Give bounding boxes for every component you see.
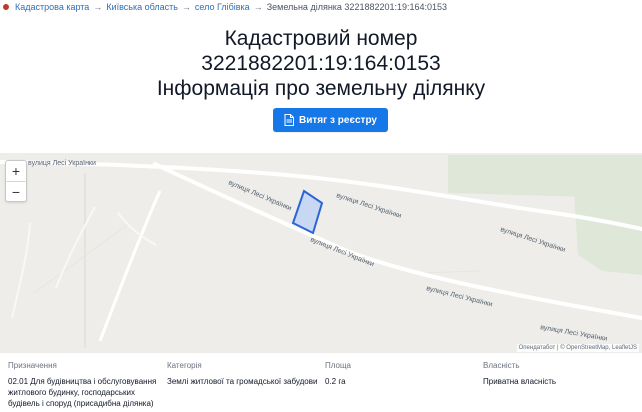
- street-label: вулиця Лесі Українки: [28, 159, 96, 167]
- breadcrumb-link-village[interactable]: село Глібівка: [195, 2, 250, 12]
- map-attribution[interactable]: Опендатабот | © OpenStreetMap, LeafletJS: [516, 344, 639, 352]
- green-area: [448, 155, 642, 197]
- breadcrumb-link-cadastral-map[interactable]: Кадастрова карта: [15, 2, 89, 12]
- category-label: Категорія: [167, 361, 202, 370]
- map-marker-icon: [3, 4, 9, 10]
- registry-extract-label: Витяг з реєстру: [299, 114, 377, 126]
- purpose-section: Призначення 02.01 Для будівництва і обсл…: [8, 360, 162, 409]
- page-title-line-3: Інформація про земельну ділянку: [156, 77, 486, 100]
- ownership-section: Власність Приватна власність: [483, 360, 633, 387]
- page-header: Кадастровий номер 3221882201:19:164:0153…: [0, 26, 642, 101]
- area-value: 0.2 га: [325, 377, 346, 386]
- breadcrumb: Кадастрова карта → Київська область → се…: [0, 0, 642, 14]
- purpose-value: 02.01 Для будівництва і обслуговування ж…: [8, 377, 157, 408]
- parcel-info: Призначення 02.01 Для будівництва і обсл…: [0, 360, 642, 412]
- purpose-label: Призначення: [8, 361, 57, 370]
- breadcrumb-link-region[interactable]: Київська область: [106, 2, 178, 12]
- ownership-label: Власність: [483, 361, 520, 370]
- cadastral-map[interactable]: вулиця Лесі Українки вулиця Лесі Українк…: [0, 153, 642, 353]
- category-section: Категорія Землі житлової та громадської …: [167, 360, 321, 387]
- zoom-control: + −: [5, 160, 27, 202]
- map-canvas[interactable]: вулиця Лесі Українки вулиця Лесі Українк…: [0, 153, 642, 353]
- registry-extract-button[interactable]: Витяг з реєстру: [273, 108, 388, 132]
- zoom-in-button[interactable]: +: [6, 161, 26, 182]
- page-title-line-2: 3221882201:19:164:0153: [201, 52, 441, 75]
- ownership-value: Приватна власність: [483, 377, 557, 386]
- page-title-line-1: Кадастровий номер: [224, 27, 418, 50]
- breadcrumb-separator: →: [253, 2, 263, 12]
- breadcrumb-separator: →: [181, 2, 191, 12]
- zoom-out-button[interactable]: −: [6, 182, 26, 202]
- area-section: Площа 0.2 га: [325, 360, 445, 387]
- breadcrumb-separator: →: [93, 2, 103, 12]
- breadcrumb-current: Земельна ділянка 3221882201:19:164:0153: [266, 2, 448, 12]
- document-icon: [284, 114, 294, 126]
- category-value: Землі житлової та громадської забудови: [167, 377, 318, 386]
- area-label: Площа: [325, 361, 351, 370]
